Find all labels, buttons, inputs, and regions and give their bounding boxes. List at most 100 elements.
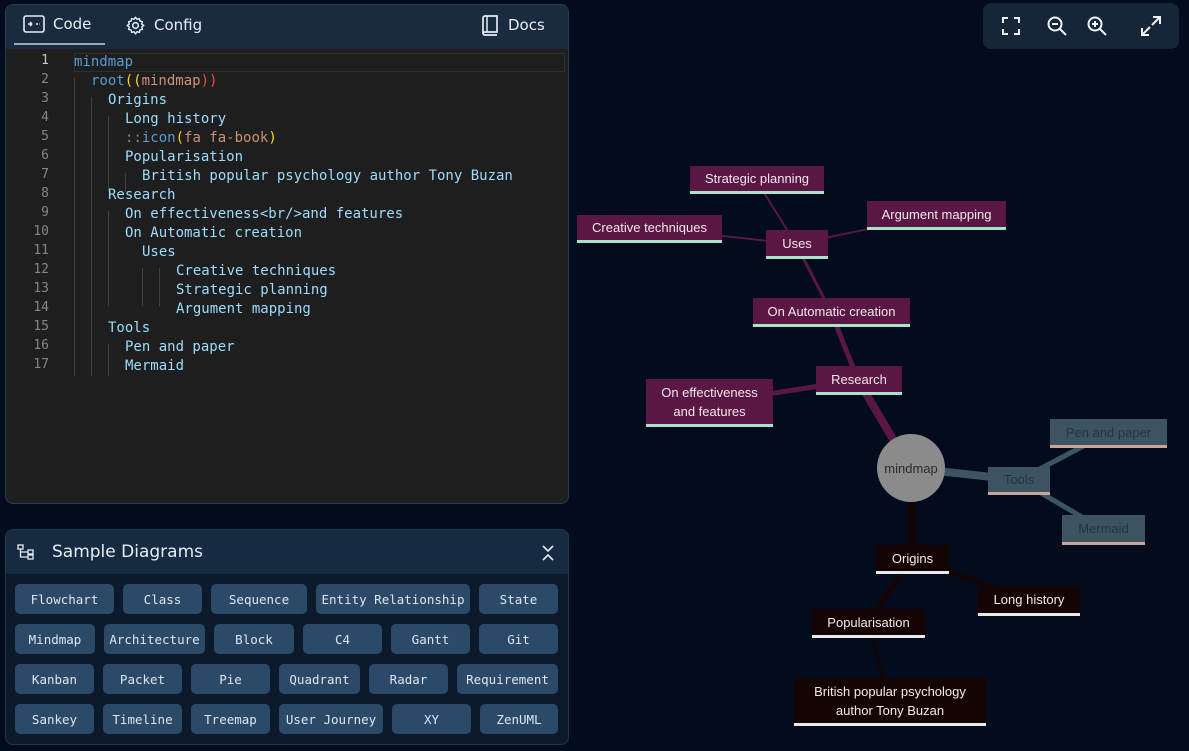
- node-tools[interactable]: Tools: [988, 467, 1050, 495]
- editor-tabs: Code Config Docs: [6, 5, 568, 49]
- node-automatic-creation[interactable]: On Automatic creation: [753, 298, 910, 327]
- line-number: 10: [33, 224, 49, 239]
- sample-button[interactable]: C4: [303, 624, 382, 654]
- code-editor[interactable]: 1 2 3 4 5 6 7 8 9 10 11 12 13 14 15 16 1…: [6, 49, 568, 503]
- line-number: 17: [33, 357, 49, 372]
- sample-button[interactable]: Entity Relationship: [316, 584, 470, 614]
- collapse-icon[interactable]: [541, 544, 555, 567]
- code-line: Tools: [108, 320, 151, 336]
- sample-button[interactable]: Mindmap: [15, 624, 95, 654]
- indent-guide: [159, 268, 160, 306]
- line-number: 6: [41, 148, 49, 163]
- sample-button[interactable]: Sankey: [15, 704, 94, 734]
- code-line: Origins: [108, 92, 168, 108]
- code-line: On Automatic creation: [125, 225, 303, 241]
- indent-guide: [108, 211, 109, 306]
- tab-config-label: Config: [154, 16, 203, 34]
- sample-button[interactable]: User Journey: [279, 704, 383, 734]
- node-popularisation[interactable]: Popularisation: [812, 609, 925, 638]
- tab-config[interactable]: Config: [125, 5, 202, 45]
- mindmap-diagram[interactable]: Strategic planning Creative techniques A…: [575, 60, 1189, 751]
- line-number: 1: [41, 53, 49, 68]
- node-strategic-planning[interactable]: Strategic planning: [690, 166, 824, 194]
- indent-guide: [108, 344, 109, 376]
- line-number: 13: [33, 281, 49, 296]
- line-number: 8: [41, 186, 49, 201]
- line-number: 2: [41, 72, 49, 87]
- node-pen-and-paper[interactable]: Pen and paper: [1050, 419, 1167, 448]
- node-origins[interactable]: Origins: [876, 545, 949, 574]
- code-icon: [23, 15, 45, 33]
- line-number: 16: [33, 338, 49, 353]
- diagram-tree-icon: [17, 544, 34, 565]
- sample-button[interactable]: Timeline: [103, 704, 182, 734]
- line-number: 14: [33, 300, 49, 315]
- sample-diagrams-panel: Sample Diagrams Flowchart Class Sequence…: [5, 529, 569, 745]
- node-argument-mapping[interactable]: Argument mapping: [867, 201, 1006, 230]
- sample-button[interactable]: Sequence: [211, 584, 307, 614]
- node-creative-techniques[interactable]: Creative techniques: [577, 215, 722, 243]
- sample-button[interactable]: Quadrant: [279, 664, 360, 694]
- node-effectiveness[interactable]: On effectiveness and features: [646, 379, 773, 427]
- node-buzan-line2: author Tony Buzan: [835, 702, 945, 718]
- node-root[interactable]: mindmap: [877, 434, 945, 502]
- code-line: Argument mapping: [176, 301, 311, 317]
- code-line: root((mindmap)): [91, 73, 218, 89]
- sample-button[interactable]: Git: [479, 624, 558, 654]
- code-line: Mermaid: [125, 358, 185, 374]
- line-number: 7: [41, 167, 49, 182]
- docs-link[interactable]: Docs: [481, 5, 545, 45]
- tab-code-label: Code: [53, 15, 92, 33]
- fullscreen-icon[interactable]: [999, 14, 1023, 38]
- expand-icon[interactable]: [1139, 14, 1163, 38]
- sample-button[interactable]: XY: [392, 704, 471, 734]
- sample-button[interactable]: Kanban: [15, 664, 94, 694]
- line-number: 5: [41, 129, 49, 144]
- sample-button[interactable]: Packet: [103, 664, 182, 694]
- code-line: mindmap: [74, 54, 134, 70]
- sample-button[interactable]: Class: [123, 584, 202, 614]
- sample-button[interactable]: Flowchart: [15, 584, 114, 614]
- sample-button[interactable]: State: [479, 584, 558, 614]
- node-uses[interactable]: Uses: [766, 230, 828, 259]
- sample-button[interactable]: ZenUML: [480, 704, 558, 734]
- line-number: 3: [41, 91, 49, 106]
- code-line: Strategic planning: [176, 282, 328, 298]
- code-line: British popular psychology author Tony B…: [142, 168, 513, 184]
- code-line: Uses: [142, 244, 176, 260]
- line-number: 12: [33, 262, 49, 277]
- line-number: 15: [33, 319, 49, 334]
- code-line: Long history: [125, 111, 227, 127]
- sample-button[interactable]: Block: [214, 624, 294, 654]
- sample-button[interactable]: Architecture: [104, 624, 205, 654]
- sample-diagrams-title: Sample Diagrams: [52, 542, 203, 562]
- node-buzan-line1: British popular psychology: [814, 683, 966, 699]
- node-mermaid[interactable]: Mermaid: [1062, 515, 1145, 545]
- diagram-toolbar: [983, 3, 1179, 49]
- code-line: Popularisation: [125, 149, 244, 165]
- indent-guide: [74, 78, 75, 376]
- editor-panel: Code Config Docs 1 2 3 4 5 6 7 8 9 10 11…: [5, 4, 569, 504]
- node-effectiveness-line1: On effectiveness: [661, 384, 758, 400]
- node-research[interactable]: Research: [816, 366, 902, 395]
- sample-button[interactable]: Gantt: [391, 624, 470, 654]
- sample-button[interactable]: Radar: [369, 664, 448, 694]
- book-icon: [481, 14, 500, 36]
- code-line: Research: [108, 187, 176, 203]
- node-effectiveness-line2: and features: [673, 403, 746, 419]
- node-long-history[interactable]: Long history: [978, 586, 1080, 616]
- sample-button[interactable]: Pie: [191, 664, 270, 694]
- sample-diagrams-header[interactable]: Sample Diagrams: [6, 530, 568, 574]
- zoom-out-icon[interactable]: [1045, 14, 1069, 38]
- sample-button[interactable]: Requirement: [457, 664, 558, 694]
- indent-guide: [108, 116, 109, 192]
- zoom-in-icon[interactable]: [1085, 14, 1109, 38]
- indent-guide: [91, 97, 92, 376]
- line-number: 11: [33, 243, 49, 258]
- docs-label: Docs: [508, 16, 545, 34]
- code-line: Creative techniques: [176, 263, 337, 279]
- code-line: ::icon(fa fa-book): [125, 130, 277, 146]
- node-tony-buzan[interactable]: British popular psychology author Tony B…: [794, 678, 986, 726]
- sample-button[interactable]: Treemap: [191, 704, 270, 734]
- tab-code[interactable]: Code: [14, 5, 105, 45]
